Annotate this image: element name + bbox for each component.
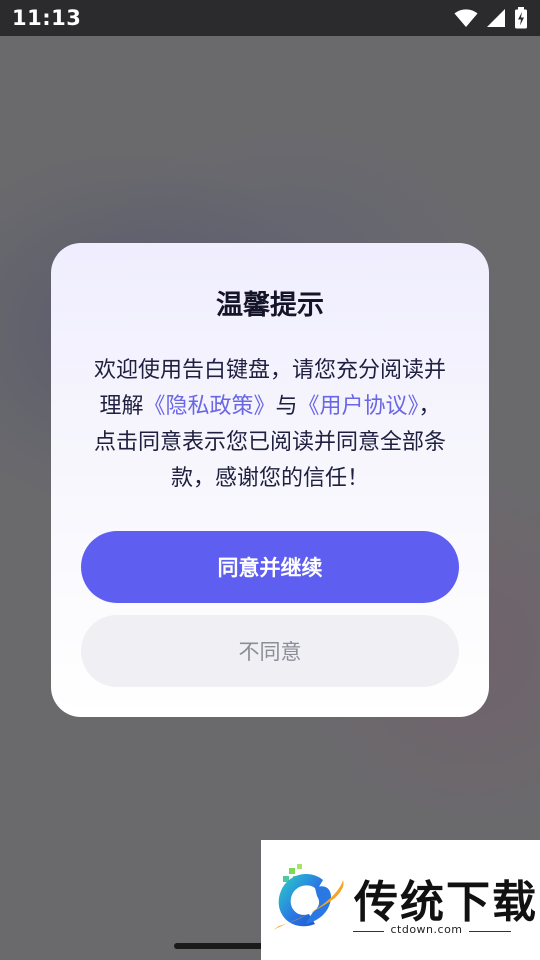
dialog-title: 温馨提示 <box>216 290 324 321</box>
message-text-2: 与 <box>275 394 298 419</box>
watermark: 传统下载 ctdown.com <box>261 840 540 960</box>
privacy-policy-link[interactable]: 《隐私政策》 <box>143 394 275 419</box>
wifi-icon <box>454 8 478 28</box>
watermark-url: ctdown.com <box>384 923 469 936</box>
user-agreement-link[interactable]: 《用户协议》 <box>298 394 419 419</box>
status-icons <box>454 7 528 29</box>
watermark-title: 传统下载 <box>354 877 538 928</box>
battery-charging-icon <box>514 7 528 29</box>
privacy-dialog: 温馨提示 欢迎使用告白键盘，请您充分阅读并理解《隐私政策》与《用户协议》，点击同… <box>51 243 489 717</box>
agree-continue-button[interactable]: 同意并继续 <box>81 531 459 603</box>
status-bar: 11:13 <box>0 0 540 36</box>
status-time: 11:13 <box>12 6 82 30</box>
dialog-message: 欢迎使用告白键盘，请您充分阅读并理解《隐私政策》与《用户协议》，点击同意表示您已… <box>89 353 451 497</box>
cell-signal-icon <box>486 8 506 28</box>
watermark-url-wrap: ctdown.com <box>261 923 540 936</box>
disagree-button[interactable]: 不同意 <box>81 615 459 687</box>
